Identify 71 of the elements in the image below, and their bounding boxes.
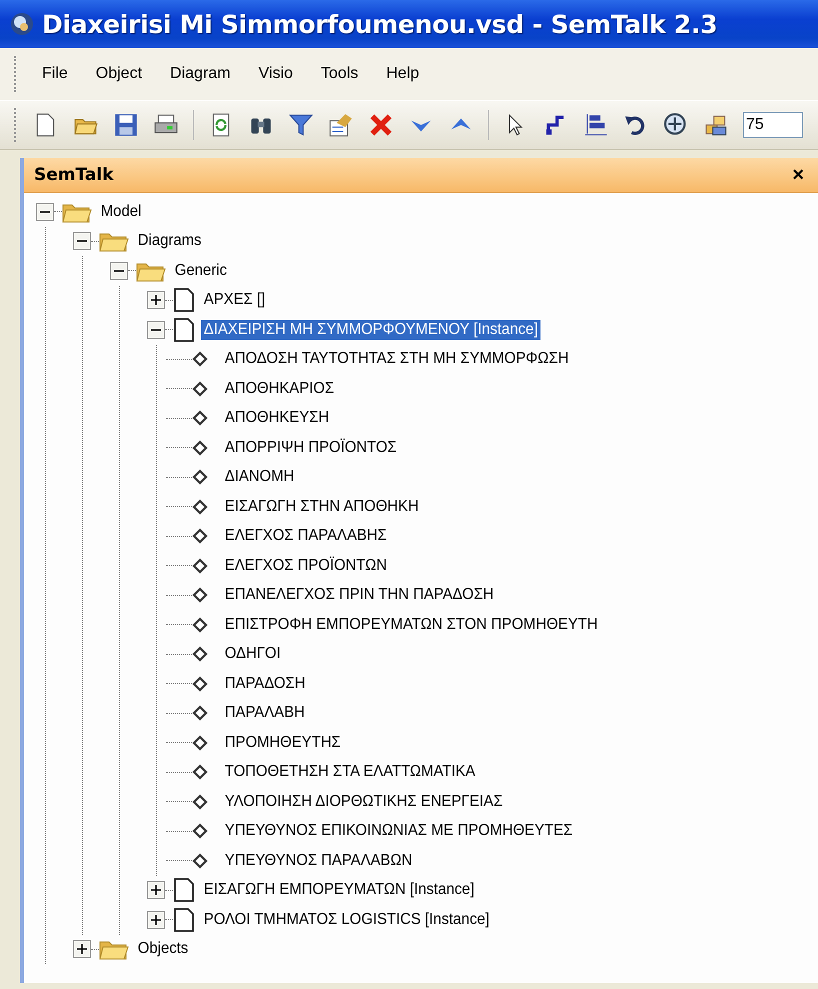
- tree-item[interactable]: ΥΠΕΥΘΥΝΟΣ ΕΠΙΚΟΙΝΩΝΙΑΣ ΜΕ ΠΡΟΜΗΘΕΥΤΕΣ: [222, 821, 576, 842]
- tree-item[interactable]: ΔΙΑΧΕΙΡΙΣΗ ΜΗ ΣΥΜΜΟΡΦΟΥΜΕΝΟΥ [Instance]: [201, 320, 541, 340]
- menu-item[interactable]: File: [33, 61, 77, 87]
- tree-item[interactable]: ΑΠΟΔΟΣΗ ΤΑΥΤΟΤΗΤΑΣ ΣΤΗ ΜΗ ΣΥΜΜΟΡΦΩΣΗ: [222, 349, 572, 370]
- properties-icon[interactable]: [328, 112, 354, 138]
- diamond-icon: [192, 469, 208, 486]
- diamond-icon: [192, 646, 208, 662]
- diamond-icon: [192, 823, 208, 840]
- tree-item[interactable]: Generic: [172, 260, 230, 281]
- menu-item[interactable]: Diagram: [161, 61, 240, 87]
- tree-item[interactable]: ΕΙΣΑΓΩΓΗ ΣΤΗΝ ΑΠΟΘΗΚΗ: [222, 496, 422, 517]
- close-button[interactable]: ×: [788, 164, 808, 186]
- tree-item[interactable]: ΑΠΟΘΗΚΕΥΣΗ: [222, 408, 332, 428]
- diamond-icon: [192, 734, 208, 751]
- tree-item[interactable]: ΥΛΟΠΟΙΗΣΗ ΔΙΟΡΘΩΤΙΚΗΣ ΕΝΕΡΓΕΙΑΣ: [222, 792, 506, 812]
- menu-item[interactable]: Tools: [312, 61, 368, 87]
- diamond-icon: [192, 764, 208, 780]
- tree-item[interactable]: ΠΡΟΜΗΘΕΥΤΗΣ: [222, 732, 344, 753]
- diamond-icon: [192, 676, 208, 692]
- align-icon[interactable]: [583, 112, 609, 138]
- zoom-field[interactable]: 75: [743, 112, 803, 138]
- tree-item[interactable]: ΠΑΡΑΛΑΒΗ: [222, 703, 308, 724]
- expand-icon[interactable]: [147, 291, 165, 310]
- document-icon: [173, 877, 195, 904]
- tree-item[interactable]: ΟΔΗΓΟΙ: [222, 644, 284, 664]
- expand-icon[interactable]: [147, 910, 165, 929]
- diamond-icon: [192, 351, 208, 368]
- tree-item[interactable]: ΠΑΡΑΔΟΣΗ: [222, 674, 308, 694]
- collapse-icon[interactable]: [73, 232, 91, 250]
- collapse-icon[interactable]: [147, 320, 165, 339]
- diamond-icon: [192, 705, 208, 722]
- document-icon: [173, 287, 195, 314]
- tree-item[interactable]: ΤΟΠΟΘΕΤΗΣΗ ΣΤΑ ΕΛΑΤΤΩΜΑΤΙΚΑ: [222, 762, 478, 782]
- diamond-icon: [192, 380, 208, 397]
- tree-item[interactable]: ΕΛΕΓΧΟΣ ΠΡΟΪΟΝΤΩΝ: [222, 556, 390, 576]
- diamond-icon: [192, 528, 208, 544]
- expand-icon[interactable]: [73, 940, 91, 958]
- tree-item[interactable]: Objects: [135, 939, 192, 960]
- collapse-icon[interactable]: [110, 262, 128, 280]
- diamond-icon: [192, 616, 208, 633]
- tree-item[interactable]: ΕΠΑΝΕΛΕΓΧΟΣ ΠΡΙΝ ΤΗΝ ΠΑΡΑΔΟΣΗ: [222, 585, 496, 606]
- tree-item[interactable]: ΑΡΧΕΣ []: [201, 290, 268, 310]
- tree-item[interactable]: ΑΠΟΡΡΙΨΗ ΠΡΟΪΟΝΤΟΣ: [222, 438, 400, 458]
- menu-item[interactable]: Help: [377, 61, 428, 87]
- menu-item[interactable]: Object: [86, 61, 152, 87]
- diamond-icon: [192, 498, 208, 515]
- tree-item[interactable]: Diagrams: [135, 231, 204, 252]
- tree-item[interactable]: ΕΙΣΑΓΩΓΗ ΕΜΠΟΡΕΥΜΑΤΩΝ [Instance]: [201, 880, 478, 900]
- tree-item[interactable]: ΑΠΟΘΗΚΑΡΙΟΣ: [222, 378, 337, 399]
- app-icon: [10, 12, 34, 36]
- document-icon: [173, 906, 195, 933]
- window-title: Diaxeirisi Mi Simmorfoumenou.vsd - SemTalk 2.3: [42, 10, 718, 38]
- tree-item[interactable]: ΔΙΑΝΟΜΗ: [222, 467, 298, 488]
- tree-item[interactable]: ΡΟΛΟΙ ΤΜΗΜΑΤΟΣ LOGISTICS [Instance]: [201, 910, 492, 930]
- diamond-icon: [192, 410, 208, 426]
- delete-icon[interactable]: [368, 112, 394, 138]
- tree-item[interactable]: ΥΠΕΥΘΥΝΟΣ ΠΑΡΑΛΑΒΩΝ: [222, 850, 416, 871]
- tree-item[interactable]: ΕΠΙΣΤΡΟΦΗ ΕΜΠΟΡΕΥΜΑΤΩΝ ΣΤΟΝ ΠΡΟΜΗΘΕΥΤΗ: [222, 614, 600, 635]
- funnel-icon[interactable]: [288, 112, 314, 138]
- diamond-icon: [192, 440, 208, 456]
- panel-title: SemTalk: [34, 165, 114, 185]
- diamond-icon: [192, 794, 208, 810]
- tree-item[interactable]: ΕΛΕΓΧΟΣ ΠΑΡΑΛΑΒΗΣ: [222, 526, 390, 546]
- expand-icon[interactable]: [147, 881, 165, 900]
- diamond-icon: [192, 587, 208, 604]
- diamond-icon: [192, 852, 208, 869]
- menu-item[interactable]: Visio: [250, 61, 302, 87]
- diamond-icon: [192, 558, 208, 574]
- collapse-icon[interactable]: [36, 202, 54, 221]
- tree-item[interactable]: Model: [98, 202, 144, 222]
- document-icon: [173, 316, 195, 343]
